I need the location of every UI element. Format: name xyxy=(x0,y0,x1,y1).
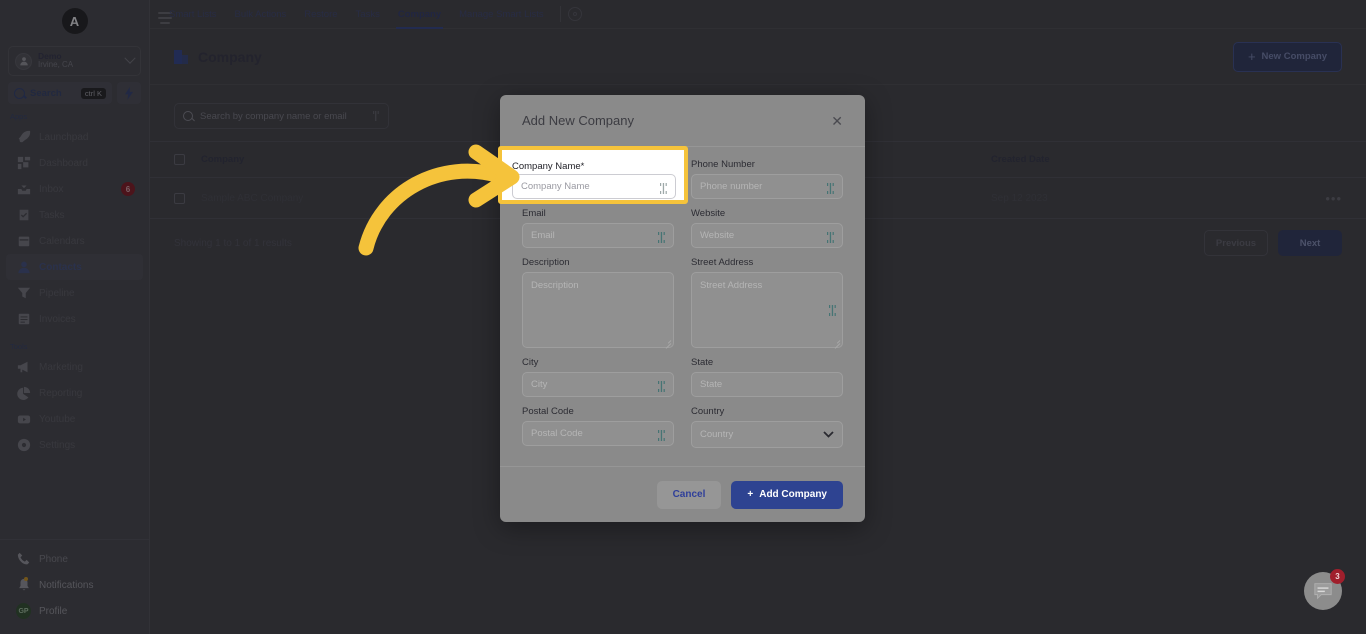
field-street-address: Street Address Street Address xyxy=(691,257,843,348)
placeholder-postal-code: Postal Code xyxy=(531,428,583,439)
chat-badge: 3 xyxy=(1330,569,1345,584)
field-description: Description Description xyxy=(522,257,674,348)
placeholder-street-address: Street Address xyxy=(700,280,763,291)
chat-bubble-icon xyxy=(1314,583,1332,600)
placeholder-country: Country xyxy=(700,429,734,440)
text-cursor-icon xyxy=(658,230,665,243)
placeholder-email: Email xyxy=(531,230,555,241)
placeholder-website: Website xyxy=(700,230,735,241)
chat-widget-button[interactable]: 3 xyxy=(1304,569,1345,610)
label-state: State xyxy=(691,357,714,368)
resize-handle-icon[interactable] xyxy=(663,337,671,345)
annotation-arrow-icon xyxy=(358,144,520,256)
placeholder-phone-number: Phone number xyxy=(700,181,763,192)
app-root: A Demo Irvine, CA Search ctrl K Apps Lau… xyxy=(0,0,1366,634)
input-phone-number[interactable]: Phone number xyxy=(691,174,843,199)
field-country: Country Country xyxy=(691,406,843,448)
label-postal-code: Postal Code xyxy=(522,406,574,417)
text-cursor-icon xyxy=(827,181,834,194)
placeholder-city: City xyxy=(531,379,548,390)
text-cursor-icon xyxy=(658,379,665,392)
cancel-button[interactable]: Cancel xyxy=(656,480,722,509)
field-city: City City xyxy=(522,357,674,397)
field-website: Website Website xyxy=(691,208,843,248)
text-cursor-icon xyxy=(829,305,836,316)
textarea-street-address[interactable]: Street Address xyxy=(691,272,843,348)
modal-title: Add New Company xyxy=(522,113,634,128)
label-phone-number: Phone Number xyxy=(691,159,755,170)
modal-header: Add New Company ✕ xyxy=(500,95,865,147)
modal-footer: Cancel + Add Company xyxy=(500,466,865,522)
plus-icon: + xyxy=(747,489,754,500)
form-row-city-state: City City State State xyxy=(522,357,843,397)
input-city[interactable]: City xyxy=(522,372,674,397)
field-state: State State xyxy=(691,357,843,397)
text-cursor-icon xyxy=(827,230,834,243)
placeholder-description: Description xyxy=(531,280,579,291)
form-row-email-website: Email Email Website Website xyxy=(522,208,843,248)
label-city: City xyxy=(522,357,539,368)
placeholder-state: State xyxy=(700,379,723,390)
text-cursor-icon xyxy=(660,181,667,194)
field-phone-number: Phone Number Phone number xyxy=(691,159,843,199)
textarea-description[interactable]: Description xyxy=(522,272,674,348)
resize-handle-icon[interactable] xyxy=(832,337,840,345)
chevron-down-icon xyxy=(823,431,834,438)
text-cursor-icon xyxy=(658,428,665,441)
label-street-address: Street Address xyxy=(691,257,754,268)
add-company-button[interactable]: + Add Company xyxy=(731,480,843,509)
input-postal-code[interactable]: Postal Code xyxy=(522,421,674,446)
form-row-description-address: Description Description Street Address S… xyxy=(522,257,843,348)
label-country: Country xyxy=(691,406,725,417)
close-icon[interactable]: ✕ xyxy=(831,114,843,128)
select-country[interactable]: Country xyxy=(691,421,843,448)
add-company-label: Add Company xyxy=(759,489,827,500)
field-postal-code: Postal Code Postal Code xyxy=(522,406,674,448)
input-website[interactable]: Website xyxy=(691,223,843,248)
form-row-postal-country: Postal Code Postal Code Country Country xyxy=(522,406,843,448)
input-state[interactable]: State xyxy=(691,372,843,397)
label-website: Website xyxy=(691,208,726,219)
